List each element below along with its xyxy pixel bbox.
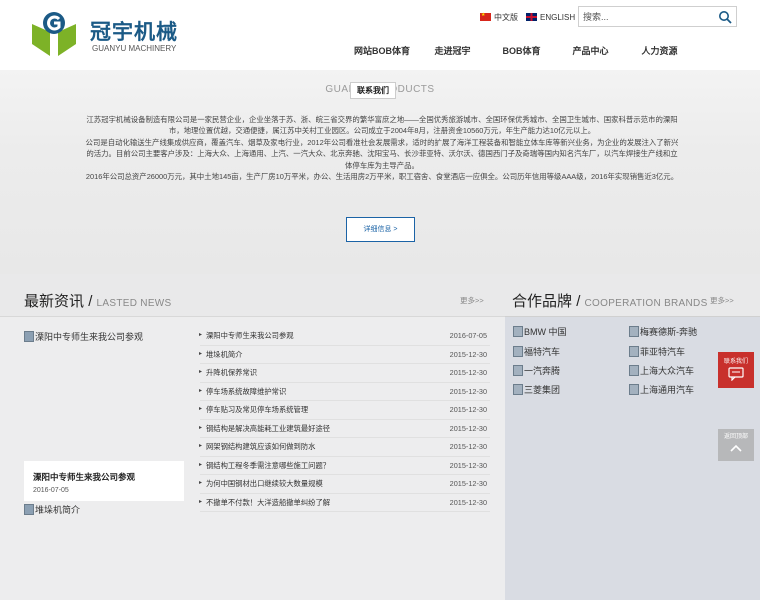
chevron-up-icon [730, 444, 742, 452]
brands-title-en: COOPERATION BRANDS [584, 298, 708, 309]
news-item-title: 钢结构工程冬季需注意哪些施工问题？ [199, 461, 330, 471]
news-featured-date: 2016-07-05 [33, 487, 69, 494]
news-list-item[interactable]: 钢结构工程冬季需注意哪些施工问题？ 2015-12-30 [199, 457, 490, 475]
news-list-item[interactable]: 为何中国钢材出口继续较大数量规模 2015-12-30 [199, 475, 490, 494]
logo-text-en: GUANYU MACHINERY [92, 44, 177, 53]
brand-logo[interactable]: 一汽奔腾 [513, 364, 560, 377]
news-item-date: 2015-12-30 [449, 423, 487, 433]
float-contact-label: 联系我们 [723, 359, 748, 365]
news-featured-card[interactable]: 溧阳中专师生来我公司参观 2016-07-05 [24, 461, 184, 501]
about-more-button[interactable]: 详细信息 > [346, 217, 415, 242]
brand-logo[interactable]: 上海通用汽车 [629, 383, 694, 396]
lang-cn-label: 中文版 [494, 12, 518, 22]
main-nav: 网站BOB体育 走进冠宇 BOB体育 产品中心 人力资源 [346, 44, 694, 57]
about-paragraph: 江苏冠宇机械设备制造有限公司是一家民营企业，企业坐落于苏、浙、皖三省交界的繁华富… [86, 115, 678, 136]
brand-logo[interactable]: 上海大众汽车 [629, 364, 694, 377]
about-text: 江苏冠宇机械设备制造有限公司是一家民营企业，企业坐落于苏、浙、皖三省交界的繁华富… [84, 114, 680, 182]
news-list-item[interactable]: 溧阳中专师生来我公司参观 2016-07-05 [199, 327, 490, 346]
news-item-date: 2015-12-30 [449, 368, 487, 377]
nav-item-products[interactable]: 产品中心 [556, 44, 625, 57]
news-item-date: 2015-12-30 [449, 442, 487, 451]
search-input[interactable] [579, 7, 711, 26]
news-featured-title: 溧阳中专师生来我公司参观 [33, 472, 136, 482]
brands-title-sep: / [576, 293, 581, 310]
nav-item-home[interactable]: 网站BOB体育 [346, 44, 418, 57]
news-title-en: LASTED NEWS [96, 298, 172, 309]
news-more-link[interactable]: 更多>> [460, 295, 484, 306]
news-item-date: 2015-12-30 [449, 405, 487, 414]
news-item-title: 为何中国钢材出口继续较大数量规模 [199, 479, 323, 489]
news-item-title: 溧阳中专师生来我公司参观 [199, 331, 294, 341]
logo-text-cn: 冠宇机械 [90, 20, 178, 44]
uk-flag-icon [526, 13, 537, 21]
brand-logo[interactable]: 福特汽车 [513, 345, 560, 358]
brand-logo[interactable]: 梅赛德斯-奔驰 [629, 325, 697, 338]
brand-logo[interactable]: 菲亚特汽车 [629, 345, 685, 358]
news-item-date: 2015-12-30 [449, 497, 487, 507]
nav-item-bob[interactable]: BOB体育 [487, 44, 556, 57]
back-to-top-label: 返回顶部 [723, 434, 748, 440]
news-section-title: 最新资讯 / LASTED NEWS [24, 290, 172, 311]
brands-title-cn: 合作品牌 [512, 293, 573, 310]
news-item-title: 停车贴习及常见停车场系统管理 [199, 405, 308, 415]
news-list-item[interactable]: 停车场系统故障维护常识 2015-12-30 [199, 383, 490, 401]
news-item-title: 升降机保养常识 [199, 368, 257, 378]
news-item-date: 2015-12-30 [449, 386, 487, 396]
lang-cn-link[interactable]: 中文版 [480, 11, 518, 23]
lang-en-link[interactable]: ENGLISH [526, 11, 575, 23]
brands-section-title: 合作品牌 / COOPERATION BRANDS [512, 290, 708, 311]
news-item-title: 堆垛机简介 [199, 350, 243, 360]
news-image-placeholder[interactable]: 溧阳中专师生来我公司参观 [24, 330, 143, 343]
news-list-item[interactable]: 停车贴习及常见停车场系统管理 2015-12-30 [199, 401, 490, 420]
news-item-date: 2015-12-30 [449, 349, 487, 359]
news-title-cn: 最新资讯 [24, 293, 85, 310]
news-image-placeholder-2[interactable]: 堆垛机简介 [24, 503, 80, 516]
news-item-date: 2015-12-30 [449, 460, 487, 470]
news-item-date: 2016-07-05 [449, 331, 487, 340]
logo-mark-icon [32, 12, 76, 56]
china-flag-icon [480, 12, 491, 21]
news-title-sep: / [88, 293, 93, 310]
float-contact-button[interactable]: 联系我们 [718, 352, 754, 388]
about-paragraph: 公司是自动化输送生产线集成供应商，覆盖汽车、烟草及家电行业，2012年公司看准社… [85, 137, 679, 170]
chat-icon [728, 367, 744, 382]
lang-en-label: ENGLISH [540, 12, 576, 22]
nav-item-hr[interactable]: 人力资源 [625, 44, 694, 57]
news-list-item[interactable]: 网架钢结构建筑应该如何做到防水 2015-12-30 [199, 438, 490, 457]
news-list-item[interactable]: 钢结构是解决高能耗工业建筑最好途径 2015-12-30 [199, 420, 490, 438]
brands-more-link[interactable]: 更多>> [710, 295, 734, 306]
news-item-title: 钢结构是解决高能耗工业建筑最好途径 [199, 424, 330, 434]
back-to-top-button[interactable]: 返回顶部 [718, 429, 754, 461]
about-section: GUANYU PRODUCTS 联系我们 江苏冠宇机械设备制造有限公司是一家民营… [0, 70, 760, 274]
news-item-title: 停车场系统故障维护常识 [199, 387, 286, 397]
news-item-title: 网架钢结构建筑应该如何做到防水 [199, 442, 315, 452]
nav-item-about[interactable]: 走进冠宇 [418, 44, 487, 57]
news-list-item[interactable]: 堆垛机简介 2015-12-30 [199, 346, 490, 364]
news-list: 溧阳中专师生来我公司参观 2016-07-05 堆垛机简介 2015-12-30 升… [199, 327, 490, 512]
about-paragraph: 2016年公司总资产26000万元，其中土地145亩，生产厂房10万平米，办公、… [85, 172, 679, 182]
search-box [578, 6, 737, 27]
news-list-item[interactable]: 不撤单不付款！大洋造船撤单纠纷了解 2015-12-30 [199, 494, 490, 512]
news-item-date: 2015-12-30 [449, 479, 487, 488]
search-icon[interactable] [718, 10, 732, 24]
contact-tooltip: 联系我们 [350, 82, 396, 99]
brand-logo[interactable]: 三菱集团 [513, 383, 560, 396]
site-header: 冠宇机械 GUANYU MACHINERY 中文版 ENGLISH 网站BOB体… [0, 0, 760, 70]
brand-logo[interactable]: BMW 中国 [513, 325, 567, 338]
news-item-title: 不撤单不付款！大洋造船撤单纠纷了解 [199, 498, 330, 508]
logo[interactable]: 冠宇机械 GUANYU MACHINERY [26, 10, 196, 58]
news-list-item[interactable]: 升降机保养常识 2015-12-30 [199, 364, 490, 383]
